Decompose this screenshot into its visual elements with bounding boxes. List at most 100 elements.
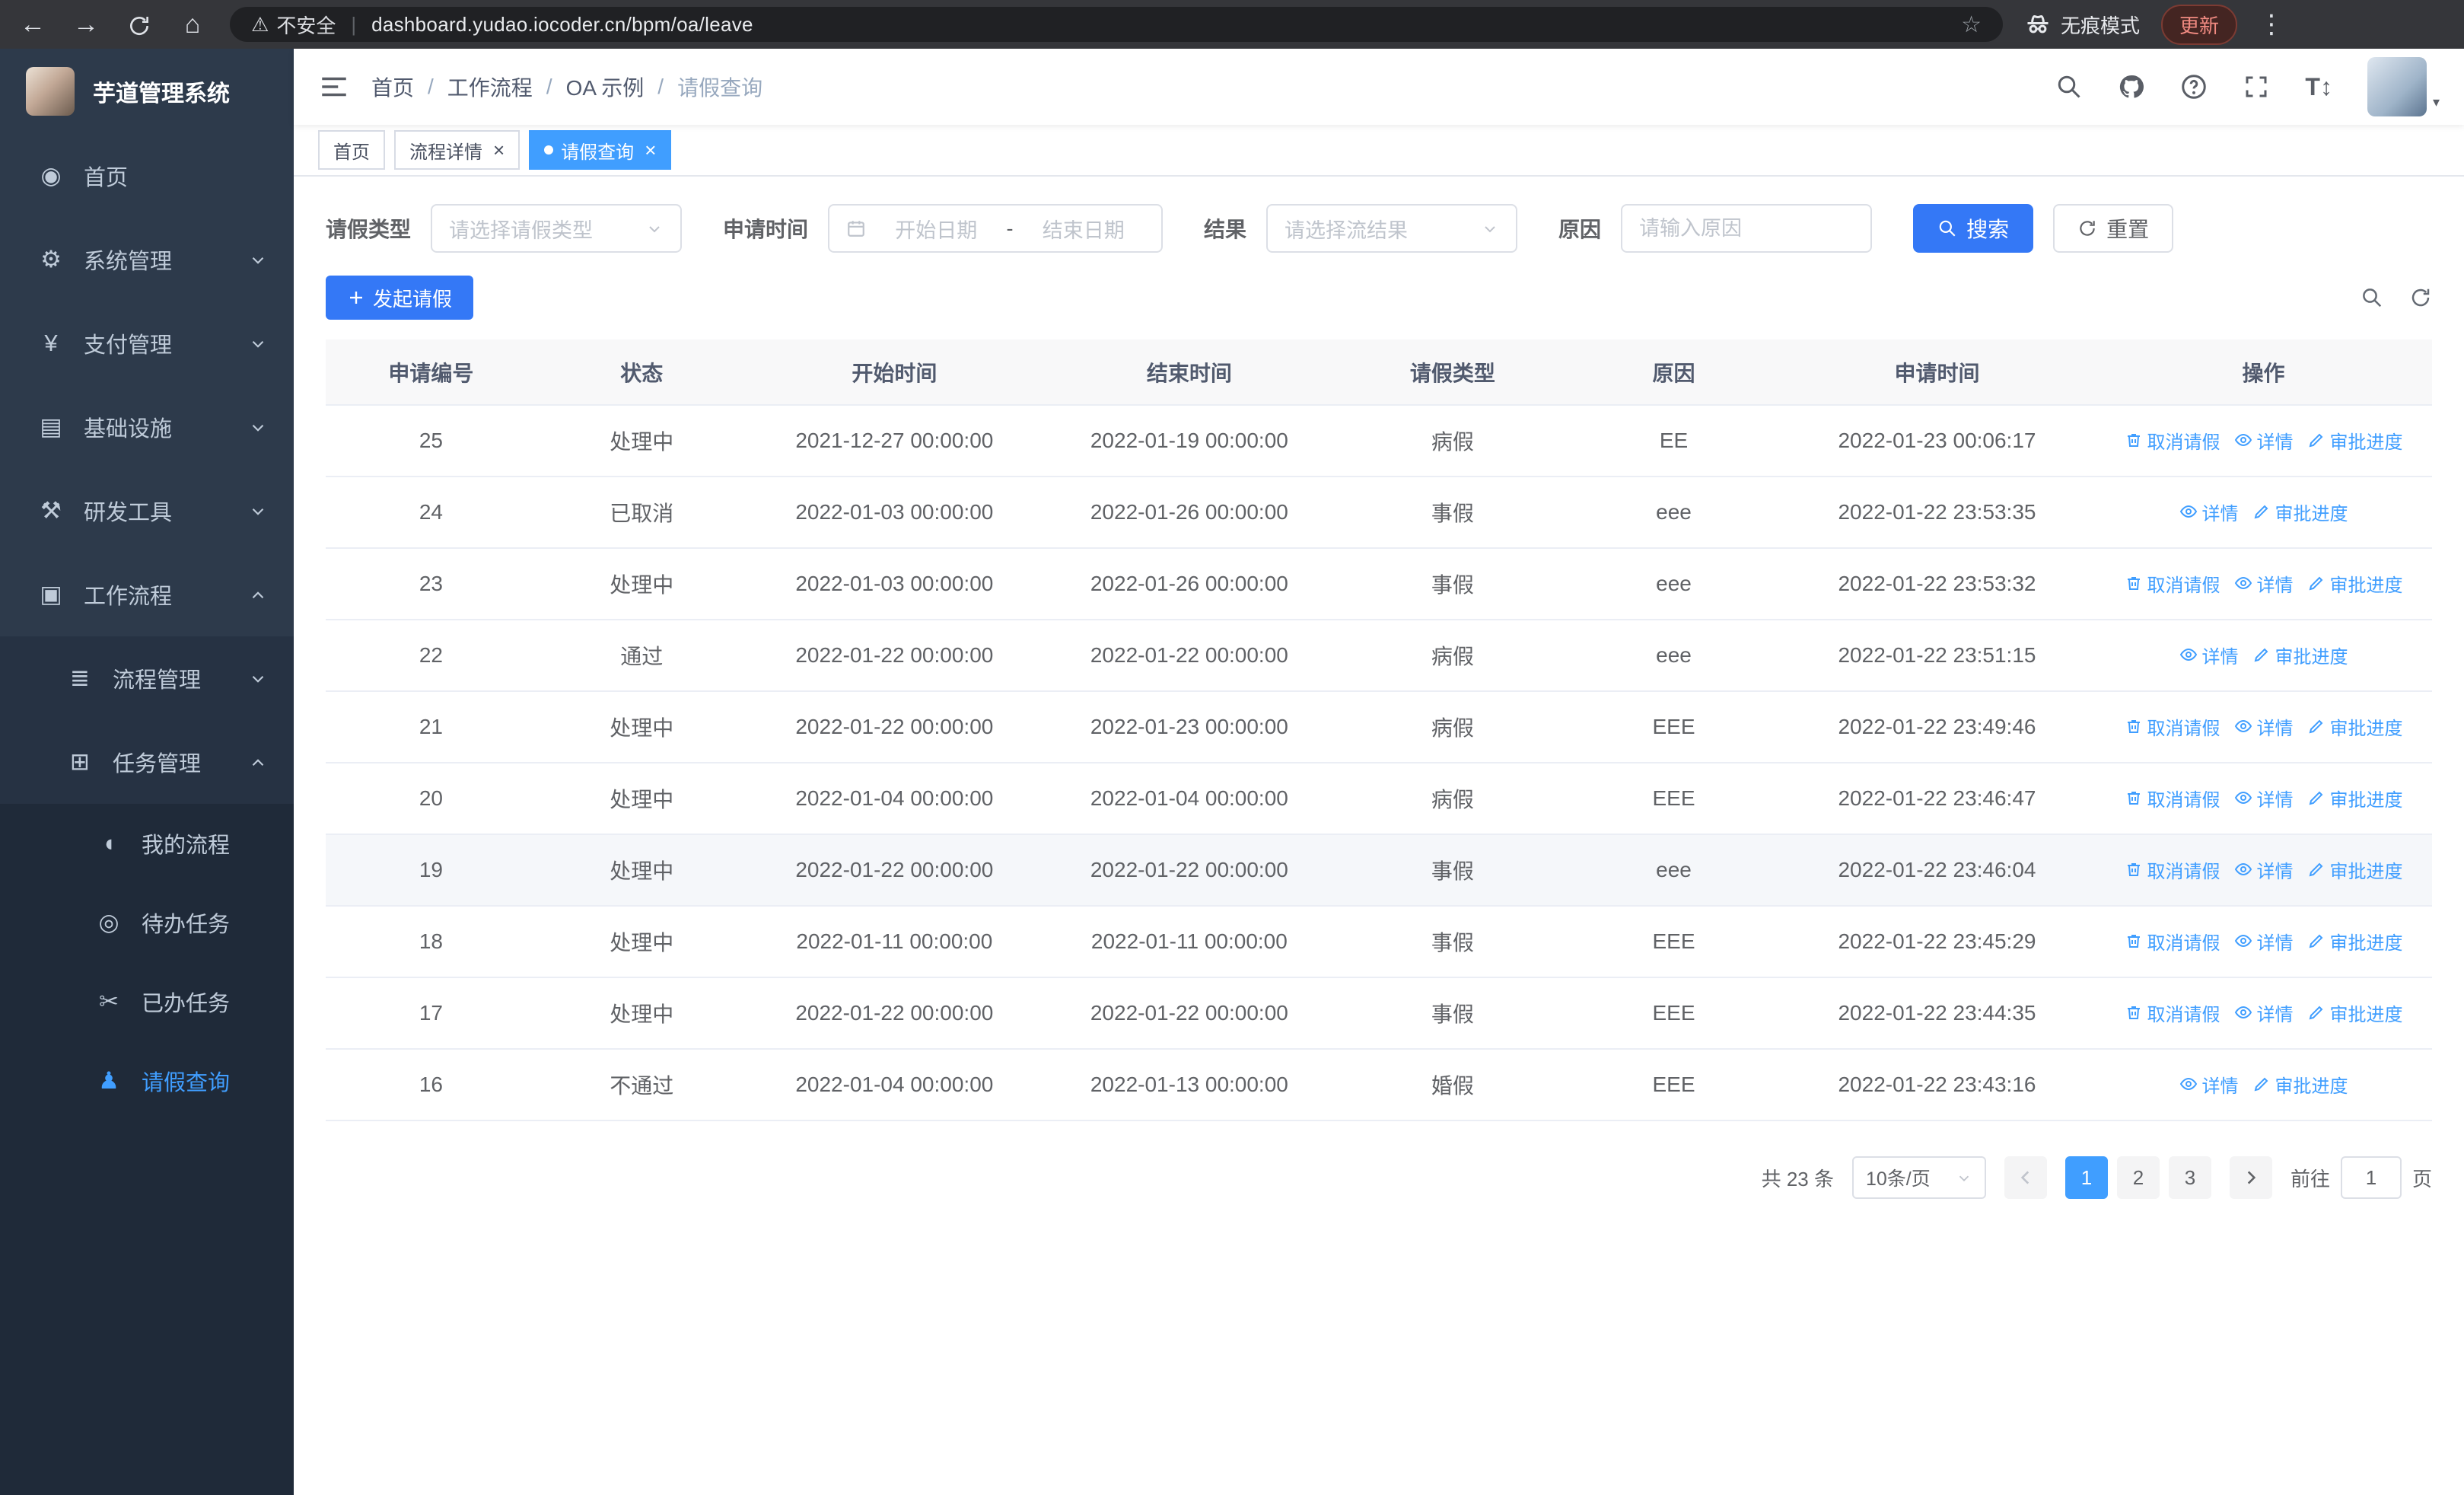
page-button-3[interactable]: 3 [2168, 1156, 2211, 1199]
progress-action[interactable]: 审批进度 [2307, 999, 2403, 1026]
cell-type: 事假 [1336, 906, 1569, 978]
menu-fold-icon[interactable] [318, 71, 350, 103]
progress-action[interactable]: 审批进度 [2307, 785, 2403, 811]
font-size-icon[interactable]: T↕ [2305, 73, 2332, 101]
help-icon[interactable] [2180, 73, 2208, 100]
sidebar-item-todo-tasks[interactable]: ◎ 待办任务 [0, 883, 294, 962]
tab-首页[interactable]: 首页 [318, 130, 385, 170]
goto-page-input[interactable] [2340, 1156, 2402, 1199]
sidebar-item-home[interactable]: ◉ 首页 [0, 134, 294, 218]
chevron-up-icon [248, 750, 268, 775]
progress-action[interactable]: 审批进度 [2307, 713, 2403, 740]
sidebar-item-payment-mgmt[interactable]: ¥ 支付管理 [0, 301, 294, 385]
leave-type-label: 请假类型 [326, 218, 412, 241]
reason-input[interactable] [1639, 216, 1854, 241]
url-bar[interactable]: ⚠ 不安全 | dashboard.yudao.iocoder.cn/bpm/o… [230, 7, 2003, 42]
cell-status: 处理中 [536, 548, 747, 620]
cancel-action[interactable]: 取消请假 [2125, 999, 2220, 1026]
table-body: 25 处理中 2021-12-27 00:00:00 2022-01-19 00:00… [326, 405, 2432, 1121]
progress-action[interactable]: 审批进度 [2252, 499, 2348, 525]
cancel-action[interactable]: 取消请假 [2125, 570, 2220, 597]
cancel-action[interactable]: 取消请假 [2125, 785, 2220, 811]
detail-action[interactable]: 详情 [2179, 499, 2239, 525]
leave-type-select[interactable]: 请选择请假类型 [431, 204, 683, 253]
page-button-2[interactable]: 2 [2116, 1156, 2160, 1199]
breadcrumb-item[interactable]: 首页 [371, 72, 414, 102]
reset-button[interactable]: 重置 [2053, 204, 2174, 253]
create-leave-button[interactable]: 发起请假 [326, 276, 474, 320]
cancel-action[interactable]: 取消请假 [2125, 427, 2220, 454]
sidebar-item-my-process[interactable]: ◖ 我的流程 [0, 804, 294, 883]
detail-action[interactable]: 详情 [2234, 570, 2294, 597]
detail-action[interactable]: 详情 [2234, 928, 2294, 955]
cell-id: 21 [326, 691, 536, 763]
sidebar-item-task-mgmt[interactable]: ⊞ 任务管理 [0, 720, 294, 804]
progress-action[interactable]: 审批进度 [2307, 570, 2403, 597]
sidebar-logo[interactable]: 芋道管理系统 [0, 49, 294, 134]
table-row: 18 处理中 2022-01-11 00:00:00 2022-01-11 00:00… [326, 906, 2432, 978]
cancel-action[interactable]: 取消请假 [2125, 713, 2220, 740]
chat-icon: ◖ [101, 830, 116, 856]
prev-page-button[interactable] [2004, 1156, 2047, 1199]
cell-start: 2022-01-04 00:00:00 [747, 763, 1043, 835]
filter-form: 请假类型 请选择请假类型 申请时间 开始日期 - 结束日期 结果 请选择流结果 … [326, 204, 2432, 253]
sidebar-item-dev-tools[interactable]: ⚒ 研发工具 [0, 469, 294, 553]
browser-menu-icon[interactable]: ⋮ [2259, 9, 2284, 40]
apply-time-range-picker[interactable]: 开始日期 - 结束日期 [828, 204, 1164, 253]
page-button-1[interactable]: 1 [2064, 1156, 2108, 1199]
security-warning[interactable]: ⚠ 不安全 [251, 11, 336, 39]
cell-end: 2022-01-23 00:00:00 [1042, 691, 1337, 763]
result-select[interactable]: 请选择流结果 [1266, 204, 1518, 253]
detail-action[interactable]: 详情 [2179, 1071, 2239, 1098]
progress-action[interactable]: 审批进度 [2252, 1071, 2348, 1098]
sidebar-item-system-mgmt[interactable]: ⚙ 系统管理 [0, 218, 294, 301]
breadcrumb-item[interactable]: OA 示例 [566, 72, 645, 102]
cell-start: 2022-01-03 00:00:00 [747, 477, 1043, 549]
cell-reason: eee [1568, 548, 1779, 620]
back-button[interactable]: ← [17, 10, 49, 40]
sidebar-item-process-mgmt[interactable]: ≣ 流程管理 [0, 636, 294, 720]
github-icon[interactable] [2118, 73, 2145, 100]
detail-action[interactable]: 详情 [2234, 785, 2294, 811]
breadcrumb-item[interactable]: 工作流程 [447, 72, 533, 102]
cell-reason: EEE [1568, 906, 1779, 978]
hide-search-icon[interactable] [2361, 286, 2383, 309]
incognito-badge: 无痕模式 [2024, 11, 2140, 39]
progress-action[interactable]: 审批进度 [2307, 856, 2403, 883]
cell-actions: 取消请假 详情 审批进度 [2095, 834, 2432, 907]
detail-action[interactable]: 详情 [2234, 999, 2294, 1026]
cancel-action[interactable]: 取消请假 [2125, 856, 2220, 883]
update-button[interactable]: 更新 [2161, 4, 2238, 45]
bookmark-star-icon[interactable]: ☆ [1961, 11, 1982, 38]
sidebar-item-infrastructure[interactable]: ▤ 基础设施 [0, 385, 294, 469]
fullscreen-icon[interactable] [2243, 73, 2270, 100]
done-icon: ✂ [99, 988, 119, 1015]
search-button[interactable]: 搜索 [1913, 204, 2034, 253]
refresh-table-icon[interactable] [2409, 286, 2432, 309]
close-icon[interactable]: × [493, 140, 505, 160]
close-icon[interactable]: × [645, 140, 656, 160]
detail-action[interactable]: 详情 [2234, 427, 2294, 454]
breadcrumb-item: 请假查询 [677, 76, 763, 100]
reload-button[interactable] [123, 10, 155, 40]
sidebar-item-done-tasks[interactable]: ✂ 已办任务 [0, 962, 294, 1041]
cell-type: 事假 [1336, 477, 1569, 549]
tab-请假查询[interactable]: 请假查询 × [529, 130, 672, 170]
next-page-button[interactable] [2229, 1156, 2272, 1199]
sidebar-item-leave-query[interactable]: ♟ 请假查询 [0, 1041, 294, 1120]
chevron-down-icon [248, 331, 268, 356]
user-avatar[interactable]: ▾ [2367, 57, 2440, 116]
progress-action[interactable]: 审批进度 [2307, 928, 2403, 955]
home-button[interactable]: ⌂ [177, 10, 209, 40]
forward-button[interactable]: → [70, 10, 102, 40]
cancel-action[interactable]: 取消请假 [2125, 928, 2220, 955]
progress-action[interactable]: 审批进度 [2252, 642, 2348, 668]
sidebar-item-workflow[interactable]: ▣ 工作流程 [0, 553, 294, 636]
detail-action[interactable]: 详情 [2234, 713, 2294, 740]
tab-流程详情[interactable]: 流程详情 × [394, 130, 520, 170]
page-size-select[interactable]: 10条/页 [1851, 1156, 1986, 1199]
search-icon[interactable] [2055, 73, 2083, 100]
progress-action[interactable]: 审批进度 [2307, 427, 2403, 454]
detail-action[interactable]: 详情 [2234, 856, 2294, 883]
detail-action[interactable]: 详情 [2179, 642, 2239, 668]
